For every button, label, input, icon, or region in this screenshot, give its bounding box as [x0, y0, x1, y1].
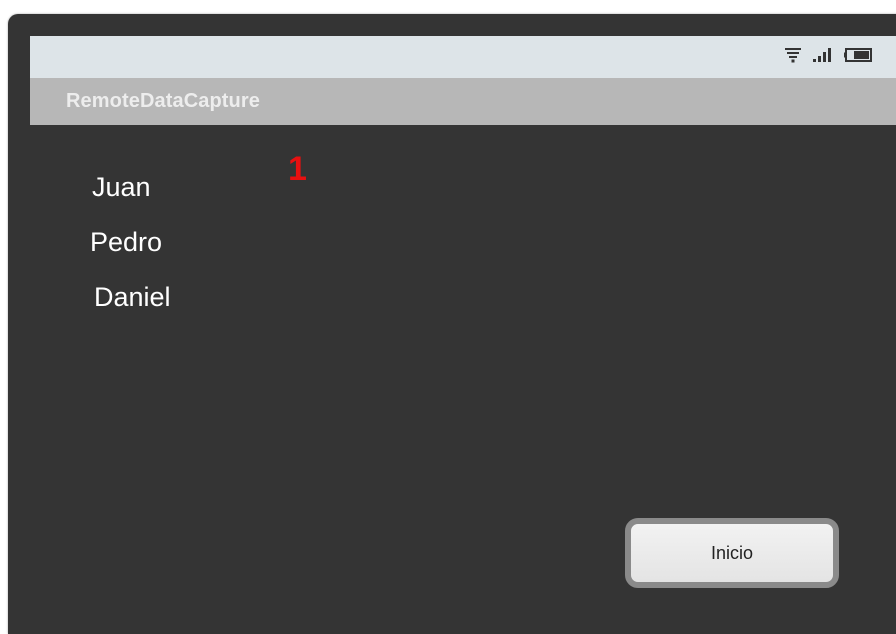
status-icons	[784, 46, 874, 66]
phone-screen: RemoteDataCapture 1 Juan Pedro Daniel In…	[8, 14, 896, 634]
signal-icon	[812, 45, 834, 68]
wifi-icon	[784, 45, 802, 68]
app-title-bar: RemoteDataCapture	[30, 78, 896, 125]
inicio-button[interactable]: Inicio	[625, 518, 839, 588]
list-item: Juan	[92, 172, 151, 202]
app-title: RemoteDataCapture	[66, 90, 260, 112]
list-item: Daniel	[94, 282, 171, 312]
list-item: Pedro	[90, 227, 163, 257]
names-list: Juan Pedro Daniel	[90, 170, 171, 335]
battery-icon	[844, 45, 874, 68]
counter-value: 1	[288, 150, 307, 188]
status-bar	[30, 36, 896, 78]
